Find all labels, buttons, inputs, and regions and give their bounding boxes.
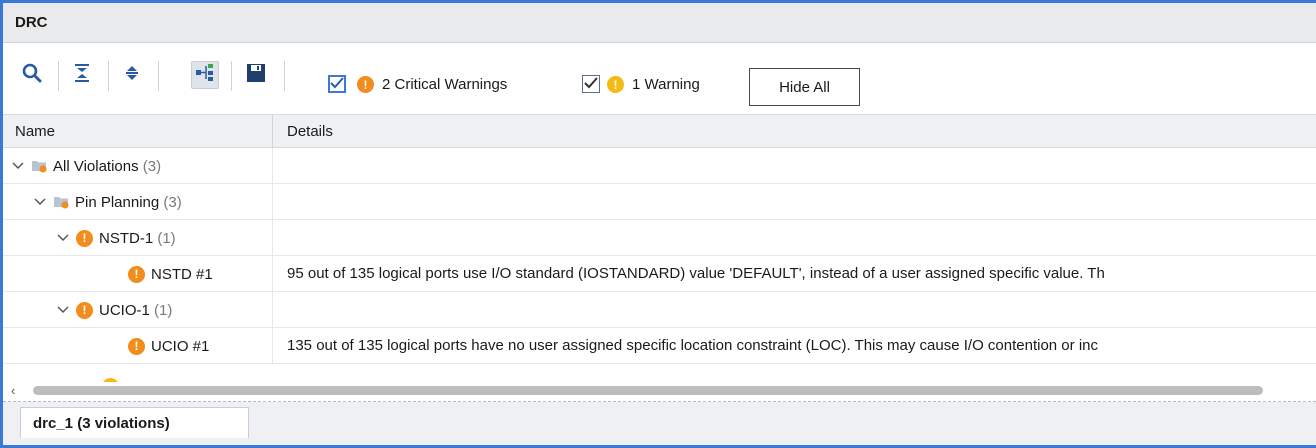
warning-icon: ! xyxy=(607,76,624,93)
critical-warnings-label: 2 Critical Warnings xyxy=(382,76,508,93)
tree-node-label: Pin Planning (3) xyxy=(75,193,182,211)
critical-warning-icon: ! xyxy=(76,229,93,247)
folder-icon xyxy=(53,195,69,209)
tree-node-ucio-1[interactable]: ! UCIO-1 (1) xyxy=(56,292,172,328)
toolbar-separator xyxy=(108,61,109,91)
column-divider[interactable] xyxy=(272,115,273,148)
critical-warnings-checkbox[interactable] xyxy=(328,75,346,93)
tree-node-label: UCIO #1 xyxy=(151,337,210,355)
details-cell: 95 out of 135 logical ports use I/O stan… xyxy=(287,265,1105,282)
chevron-down-icon[interactable] xyxy=(56,231,70,245)
warnings-label: 1 Warning xyxy=(632,76,700,93)
folder-icon xyxy=(31,159,47,173)
tree-node-label: NSTD #1 xyxy=(151,265,213,283)
drc-panel: DRC ! 2 Critical Warnings ! 1 Warning Hi… xyxy=(0,0,1316,448)
tree-node-pin-planning[interactable]: Pin Planning (3) xyxy=(33,184,182,220)
toolbar-separator xyxy=(231,61,232,91)
tree-row[interactable]: ! UCIO-1 (1) xyxy=(3,292,1316,328)
scroll-left-icon[interactable]: ‹ xyxy=(11,383,15,398)
toolbar-separator xyxy=(158,61,159,91)
save-button[interactable] xyxy=(242,61,270,89)
tree-row[interactable]: ! NSTD-1 (1) xyxy=(3,220,1316,256)
critical-warning-icon: ! xyxy=(76,301,93,319)
search-icon xyxy=(21,62,43,88)
tree-node-nstd-1[interactable]: ! NSTD-1 (1) xyxy=(56,220,176,256)
toolbar-separator xyxy=(284,61,285,91)
chevron-down-icon[interactable] xyxy=(11,159,25,173)
collapse-all-button[interactable] xyxy=(68,61,96,89)
critical-warning-icon: ! xyxy=(128,337,145,355)
column-divider xyxy=(272,328,273,364)
column-divider xyxy=(272,148,273,184)
expand-all-button[interactable] xyxy=(118,61,146,89)
column-divider xyxy=(272,220,273,256)
tree-node-label: All Violations (3) xyxy=(53,157,162,175)
hide-all-button[interactable]: Hide All xyxy=(749,68,860,106)
column-divider xyxy=(272,256,273,292)
critical-warning-icon: ! xyxy=(357,76,374,93)
checkmark-icon xyxy=(584,76,598,93)
tree-row[interactable]: ! NSTD #1 95 out of 135 logical ports us… xyxy=(3,256,1316,292)
search-button[interactable] xyxy=(18,61,46,89)
tree-row[interactable]: ! UCIO #1 135 out of 135 logical ports h… xyxy=(3,328,1316,364)
tree-node-label: UCIO-1 (1) xyxy=(99,301,173,319)
critical-warning-icon: ! xyxy=(128,265,145,283)
tree-node-label: NSTD-1 (1) xyxy=(99,229,176,247)
save-icon xyxy=(246,63,266,87)
details-cell: 135 out of 135 logical ports have no use… xyxy=(287,337,1098,354)
horizontal-scrollbar[interactable]: ‹ xyxy=(3,382,1316,399)
column-header-details[interactable]: Details xyxy=(287,115,333,148)
collapse-all-icon xyxy=(73,63,91,87)
tree-node-all-violations[interactable]: All Violations (3) xyxy=(11,148,161,184)
column-header-name[interactable]: Name xyxy=(15,115,55,148)
tree-row[interactable]: Pin Planning (3) xyxy=(3,184,1316,220)
toolbar-separator xyxy=(58,61,59,91)
group-by-hierarchy-button[interactable] xyxy=(191,61,219,89)
chevron-down-icon[interactable] xyxy=(33,195,47,209)
scrollbar-thumb[interactable] xyxy=(33,386,1263,395)
panel-title: DRC xyxy=(15,14,48,31)
panel-titlebar: DRC xyxy=(3,3,1316,43)
tree-node-ucio-1-instance[interactable]: ! UCIO #1 xyxy=(128,328,209,364)
tree-row[interactable]: All Violations (3) xyxy=(3,148,1316,184)
tab-drc-1[interactable]: drc_1 (3 violations) xyxy=(20,407,249,438)
results-tab-bar: drc_1 (3 violations) xyxy=(3,402,1316,445)
expand-all-icon xyxy=(123,63,141,87)
checkmark-icon xyxy=(330,76,344,93)
warnings-checkbox[interactable] xyxy=(582,75,600,93)
column-divider xyxy=(272,292,273,328)
table-header: Name Details xyxy=(3,114,1316,148)
chevron-down-icon[interactable] xyxy=(56,303,70,317)
group-by-hierarchy-icon xyxy=(195,64,215,86)
tree-node-nstd-1-instance[interactable]: ! NSTD #1 xyxy=(128,256,213,292)
toolbar: ! 2 Critical Warnings ! 1 Warning Hide A… xyxy=(3,43,1316,114)
column-divider xyxy=(272,184,273,220)
